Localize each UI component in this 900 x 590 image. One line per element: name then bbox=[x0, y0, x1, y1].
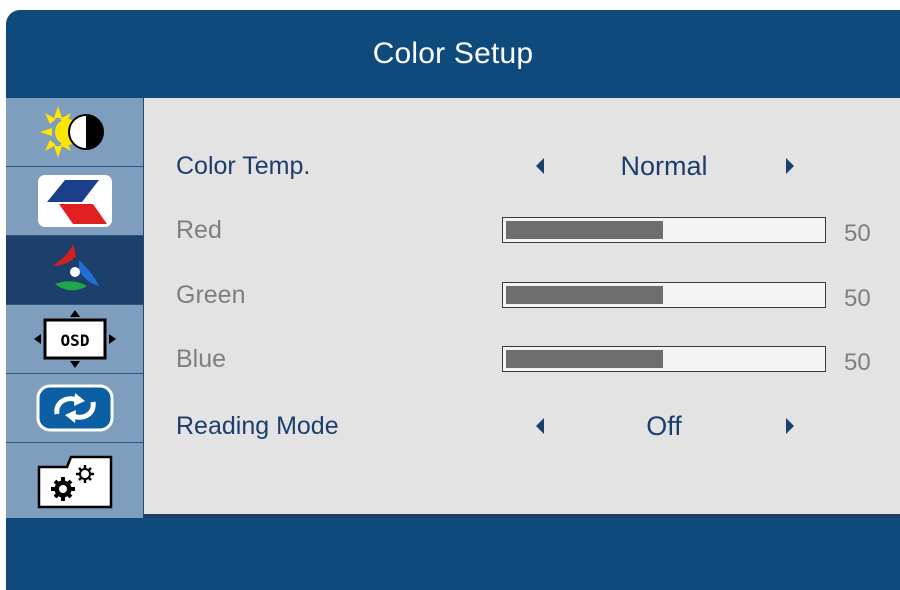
brightness-contrast-icon bbox=[39, 106, 104, 158]
green-slider[interactable] bbox=[502, 282, 826, 308]
sidebar-item-brightness[interactable] bbox=[6, 98, 143, 167]
panel-bottom-border bbox=[144, 514, 900, 518]
blue-row[interactable]: Blue 50 bbox=[144, 334, 900, 384]
red-row[interactable]: Red 50 bbox=[144, 205, 900, 255]
sidebar-item-reset[interactable] bbox=[6, 374, 143, 443]
blue-label: Blue bbox=[176, 345, 227, 373]
color-temp-label: Color Temp. bbox=[176, 152, 311, 180]
osd-menu: Color Setup OSD Color Temp. Normal Red 5… bbox=[6, 10, 900, 590]
sidebar-item-extra[interactable] bbox=[6, 443, 143, 518]
reset-icon bbox=[36, 384, 113, 432]
color-temp-value: Normal bbox=[620, 151, 708, 181]
osd-icon-text: OSD bbox=[60, 331, 89, 350]
green-label: Green bbox=[176, 281, 246, 309]
image-setup-icon bbox=[37, 175, 112, 227]
reading-mode-row[interactable]: Reading Mode Off bbox=[144, 401, 900, 451]
blue-slider[interactable] bbox=[502, 346, 826, 372]
blue-value: 50 bbox=[844, 349, 871, 376]
green-value: 50 bbox=[844, 285, 871, 312]
sidebar: OSD bbox=[6, 98, 144, 518]
green-row[interactable]: Green 50 bbox=[144, 270, 900, 320]
extra-settings-icon bbox=[37, 455, 112, 508]
red-value: 50 bbox=[844, 220, 871, 247]
red-label: Red bbox=[176, 216, 222, 244]
red-slider-fill bbox=[506, 221, 663, 239]
reading-mode-right-arrow-icon[interactable] bbox=[786, 418, 794, 434]
settings-panel: Color Temp. Normal Red 50 Green 50 Blue bbox=[144, 98, 900, 518]
sidebar-item-color-setup[interactable] bbox=[6, 236, 143, 305]
blue-slider-fill bbox=[506, 350, 663, 368]
red-slider[interactable] bbox=[502, 217, 826, 243]
color-temp-right-arrow-icon[interactable] bbox=[786, 158, 794, 174]
color-temp-row[interactable]: Color Temp. Normal bbox=[144, 141, 900, 191]
menu-title: Color Setup bbox=[372, 37, 534, 70]
sidebar-item-image-setup[interactable] bbox=[6, 167, 143, 236]
reading-mode-label: Reading Mode bbox=[176, 412, 339, 440]
color-setup-icon bbox=[52, 244, 99, 291]
reading-mode-left-arrow-icon[interactable] bbox=[536, 418, 544, 434]
reading-mode-value: Off bbox=[646, 411, 682, 441]
sidebar-item-osd-setup[interactable]: OSD bbox=[6, 305, 143, 374]
osd-setup-icon: OSD bbox=[33, 310, 116, 368]
green-slider-fill bbox=[506, 286, 663, 304]
color-temp-left-arrow-icon[interactable] bbox=[536, 158, 544, 174]
